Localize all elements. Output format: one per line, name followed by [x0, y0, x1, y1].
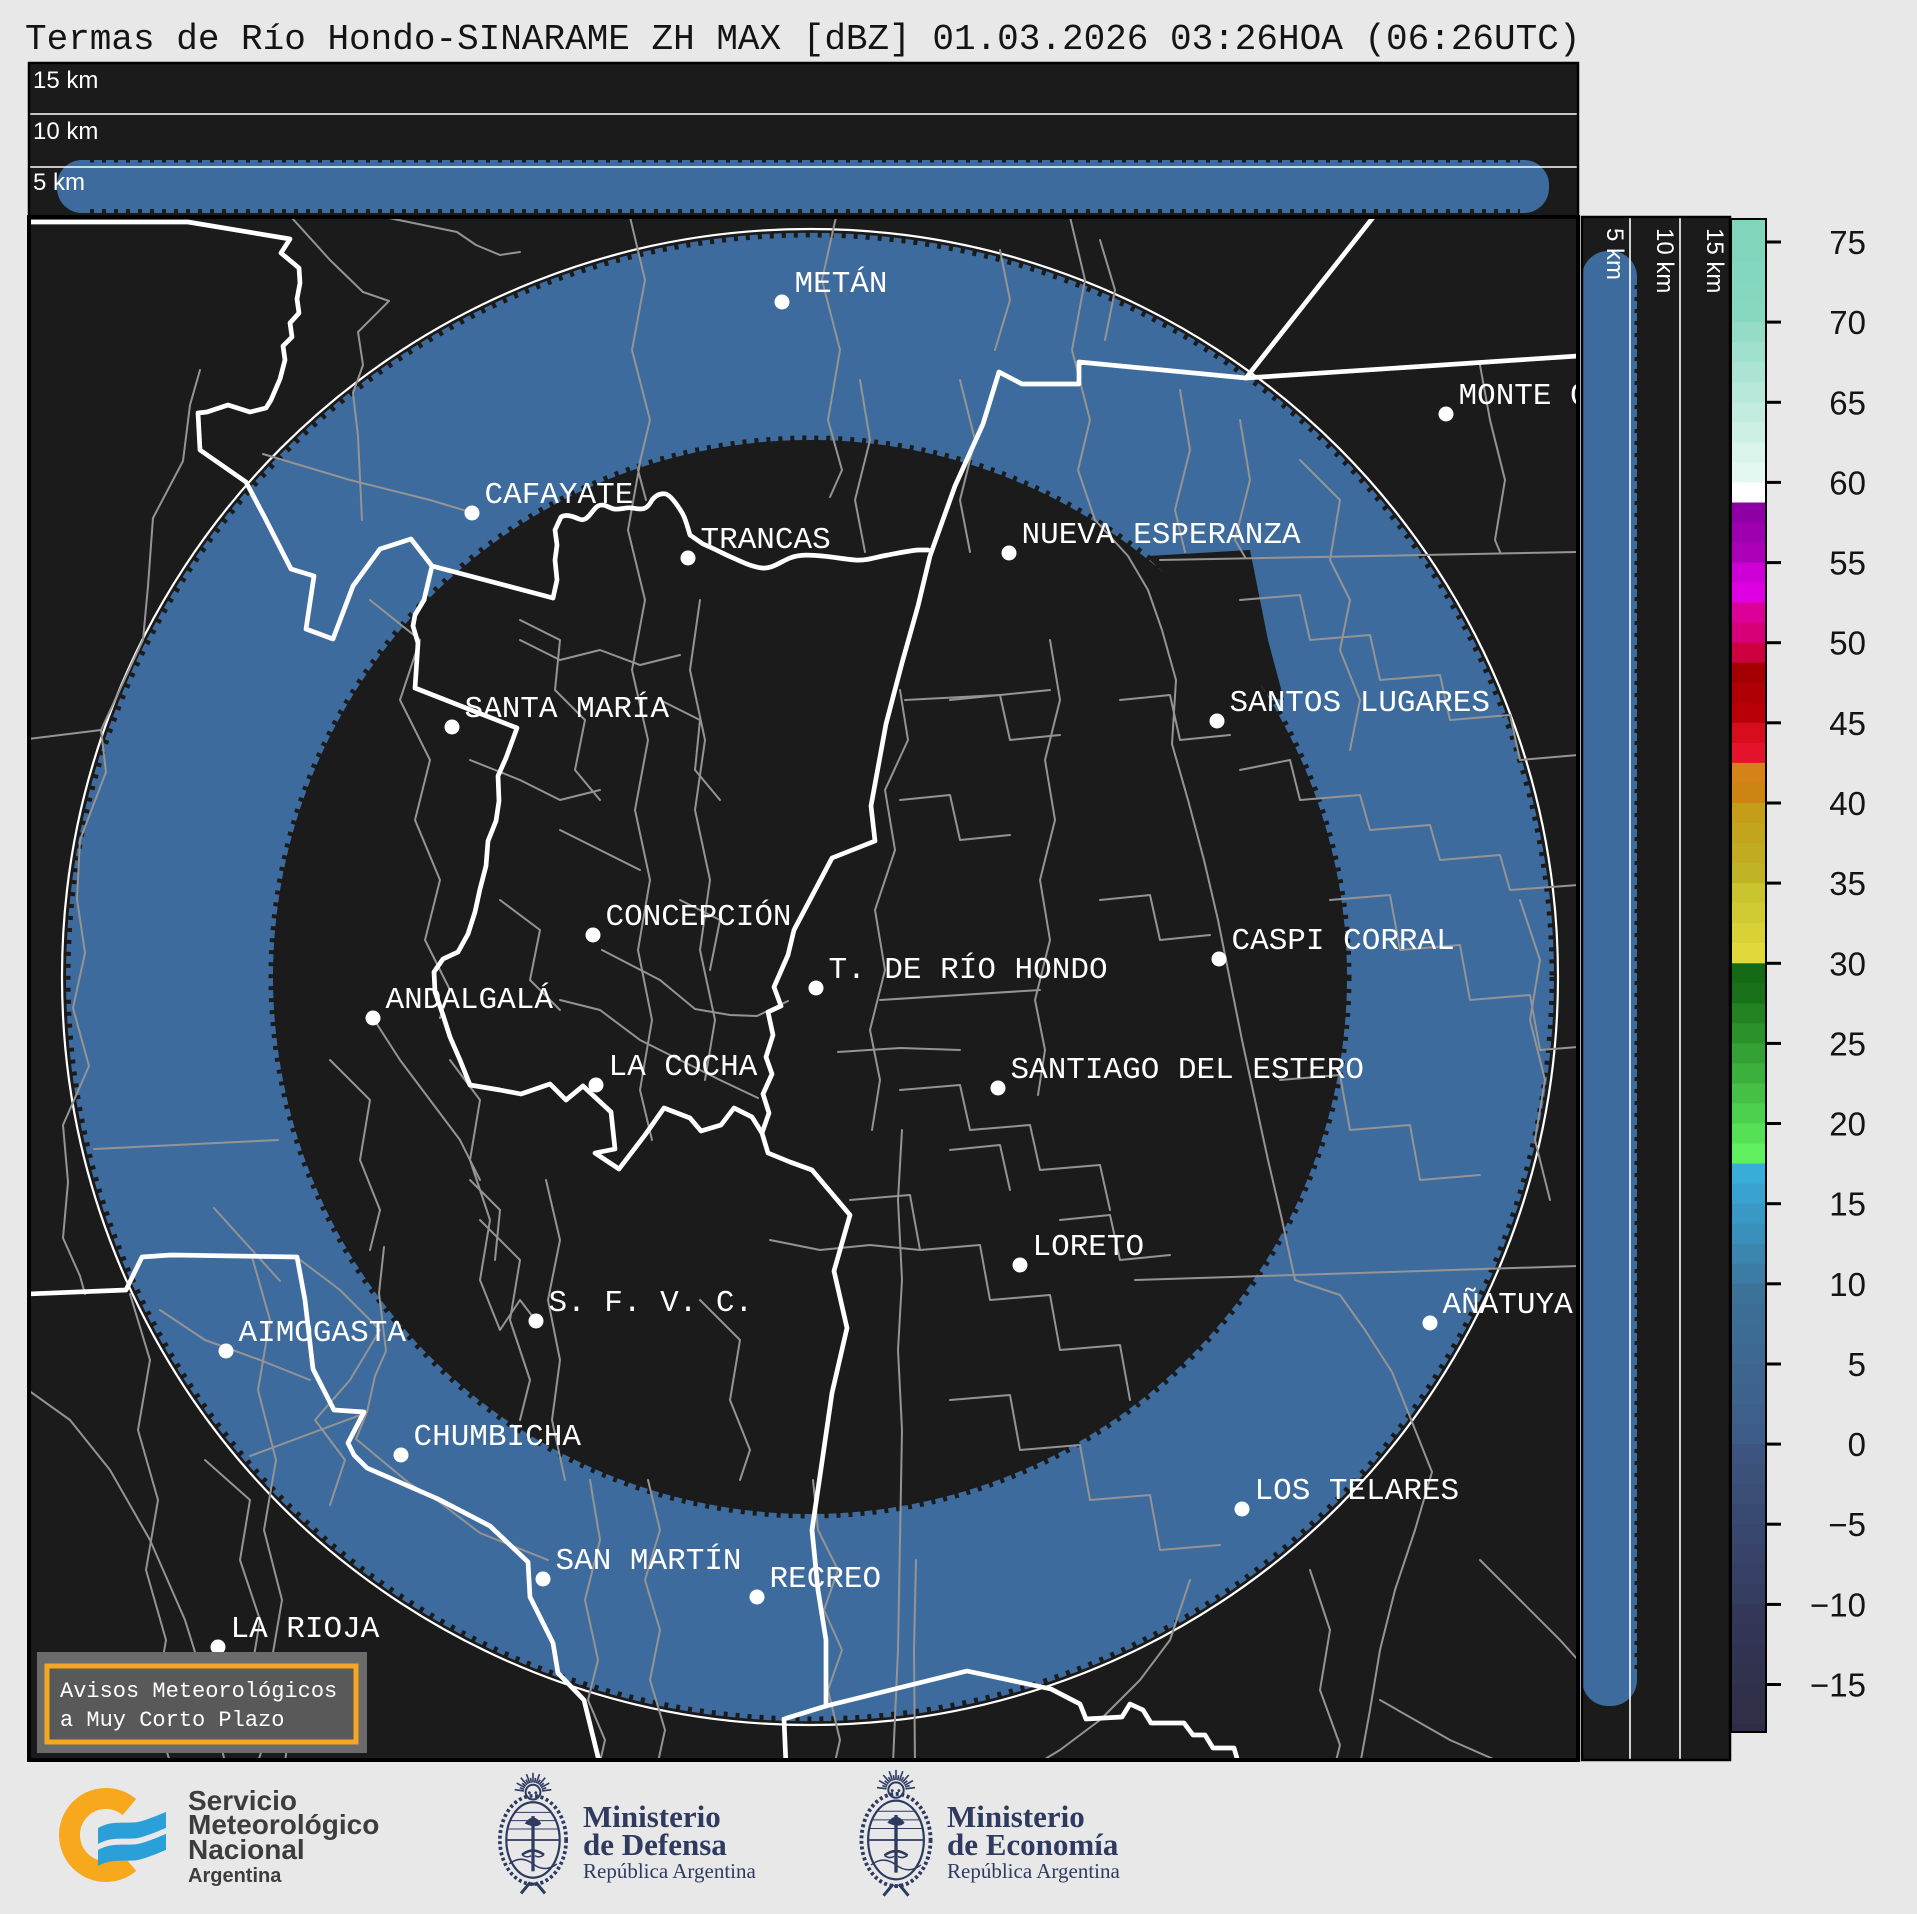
svg-text:15 km: 15 km: [1701, 228, 1728, 293]
svg-text:30: 30: [1829, 945, 1866, 982]
svg-text:RECREO: RECREO: [770, 1562, 882, 1597]
svg-text:5 km: 5 km: [33, 169, 85, 196]
svg-text:AIMOGASTA: AIMOGASTA: [239, 1316, 407, 1351]
svg-text:20: 20: [1829, 1106, 1866, 1143]
svg-text:a Muy Corto Plazo: a Muy Corto Plazo: [60, 1708, 284, 1733]
svg-text:CAFAYATE: CAFAYATE: [485, 478, 634, 513]
svg-text:S. F. V. C.: S. F. V. C.: [549, 1286, 754, 1321]
svg-text:40: 40: [1829, 785, 1866, 822]
svg-text:LORETO: LORETO: [1033, 1230, 1145, 1265]
svg-text:10: 10: [1829, 1266, 1866, 1303]
svg-text:45: 45: [1829, 705, 1866, 742]
svg-text:SAN MARTÍN: SAN MARTÍN: [556, 1542, 742, 1579]
svg-text:10 km: 10 km: [1651, 228, 1678, 293]
svg-text:LOS TELARES: LOS TELARES: [1255, 1474, 1460, 1509]
svg-text:−5: −5: [1828, 1506, 1866, 1543]
svg-text:5 km: 5 km: [1601, 228, 1628, 280]
svg-text:15: 15: [1829, 1186, 1866, 1223]
svg-text:AÑATUYA: AÑATUYA: [1443, 1287, 1574, 1323]
svg-text:−10: −10: [1810, 1586, 1866, 1623]
svg-text:70: 70: [1829, 304, 1866, 341]
svg-text:LA COCHA: LA COCHA: [609, 1050, 758, 1085]
svg-text:ANDALGALÁ: ANDALGALÁ: [386, 981, 554, 1018]
svg-text:Argentina: Argentina: [188, 1865, 282, 1887]
svg-text:República Argentina: República Argentina: [947, 1859, 1120, 1883]
svg-text:SANTIAGO DEL ESTERO: SANTIAGO DEL ESTERO: [1011, 1053, 1364, 1088]
svg-text:50: 50: [1829, 625, 1866, 662]
svg-text:República Argentina: República Argentina: [583, 1859, 756, 1883]
svg-text:5: 5: [1848, 1346, 1866, 1383]
svg-text:METÁN: METÁN: [795, 265, 888, 302]
svg-text:55: 55: [1829, 545, 1866, 582]
svg-text:NUEVA ESPERANZA: NUEVA ESPERANZA: [1022, 518, 1301, 553]
svg-text:de Economía: de Economía: [947, 1827, 1119, 1862]
svg-text:Termas de Río Hondo-SINARAME Z: Termas de Río Hondo-SINARAME ZH MAX [dBZ…: [25, 19, 1580, 60]
svg-text:0: 0: [1848, 1426, 1866, 1463]
svg-text:60: 60: [1829, 464, 1866, 501]
svg-text:10 km: 10 km: [33, 118, 98, 145]
svg-text:−15: −15: [1810, 1667, 1866, 1704]
svg-text:de Defensa: de Defensa: [583, 1827, 727, 1862]
svg-text:SANTA MARÍA: SANTA MARÍA: [465, 690, 670, 727]
svg-text:T. DE RÍO HONDO: T. DE RÍO HONDO: [829, 951, 1108, 988]
svg-text:25: 25: [1829, 1025, 1866, 1062]
svg-text:65: 65: [1829, 384, 1866, 421]
svg-text:CONCEPCIÓN: CONCEPCIÓN: [606, 898, 792, 935]
svg-text:CASPI CORRAL: CASPI CORRAL: [1232, 924, 1455, 959]
svg-text:Nacional: Nacional: [188, 1834, 305, 1865]
svg-text:75: 75: [1829, 224, 1866, 261]
svg-text:Avisos Meteorológicos: Avisos Meteorológicos: [60, 1679, 337, 1704]
svg-text:15 km: 15 km: [33, 67, 98, 94]
svg-text:LA RIOJA: LA RIOJA: [231, 1612, 380, 1647]
svg-text:SANTOS LUGARES: SANTOS LUGARES: [1230, 686, 1490, 721]
svg-text:TRANCAS: TRANCAS: [701, 523, 831, 558]
svg-text:CHUMBICHA: CHUMBICHA: [414, 1420, 582, 1455]
svg-text:35: 35: [1829, 865, 1866, 902]
